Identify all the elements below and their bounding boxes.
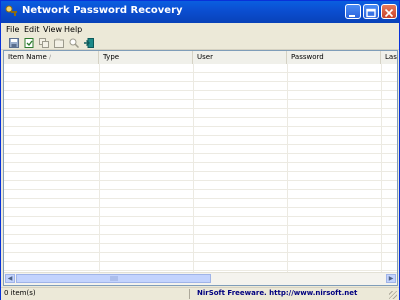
column-divider [287,64,288,273]
column-header-user[interactable]: User [193,51,287,64]
copy-icon[interactable] [39,38,49,48]
scroll-thumb[interactable] [16,274,211,283]
list-header: Item Name ∕ Type User Password Last [4,51,397,65]
column-header-password[interactable]: Password [287,51,381,64]
menu-bar: File Edit View Help [1,23,399,36]
find-icon[interactable] [69,38,79,48]
column-header-last[interactable]: Last [381,51,397,64]
grip-icon [110,276,118,281]
window-title: Network Password Recovery [22,5,183,16]
column-divider [99,64,100,273]
save-icon[interactable] [9,38,19,48]
resize-grip-icon[interactable] [389,291,397,299]
minimize-button[interactable] [345,4,361,19]
menu-file[interactable]: File [6,23,19,36]
export-html-icon[interactable] [24,38,34,48]
scroll-right-button[interactable]: ▶ [386,274,396,283]
nirsoft-link[interactable]: NirSoft Freeware. http://www.nirsoft.net [197,289,357,297]
horizontal-scrollbar[interactable]: ◀ ▶ [4,272,397,285]
scroll-left-button[interactable]: ◀ [5,274,15,283]
properties-icon[interactable] [54,38,64,48]
empty-rows-area [4,64,397,273]
menu-edit[interactable]: Edit [24,23,40,36]
column-header-item-name[interactable]: Item Name ∕ [4,51,99,64]
sort-arrow-icon: ∕ [49,54,52,61]
item-count: 0 item(s) [4,289,36,297]
exit-icon[interactable] [84,38,94,48]
menu-view[interactable]: View [43,23,62,36]
minimize-icon [349,15,355,17]
close-button[interactable] [381,4,397,19]
close-icon [384,8,394,18]
toolbar [1,36,399,50]
app-icon [5,5,17,16]
column-header-type[interactable]: Type [99,51,193,64]
app-window: Network Password Recovery File Edit View… [0,0,400,300]
column-divider [193,64,194,273]
maximize-button[interactable] [363,4,379,19]
column-header-label: Item Name [8,53,47,61]
title-bar[interactable]: Network Password Recovery [1,1,399,23]
menu-help[interactable]: Help [64,23,82,36]
column-divider [381,64,382,273]
password-list[interactable]: Item Name ∕ Type User Password Last ◀ ▶ [3,50,398,286]
maximize-icon [366,8,376,18]
status-bar: 0 item(s) NirSoft Freeware. http://www.n… [1,287,399,300]
status-separator [189,289,190,299]
